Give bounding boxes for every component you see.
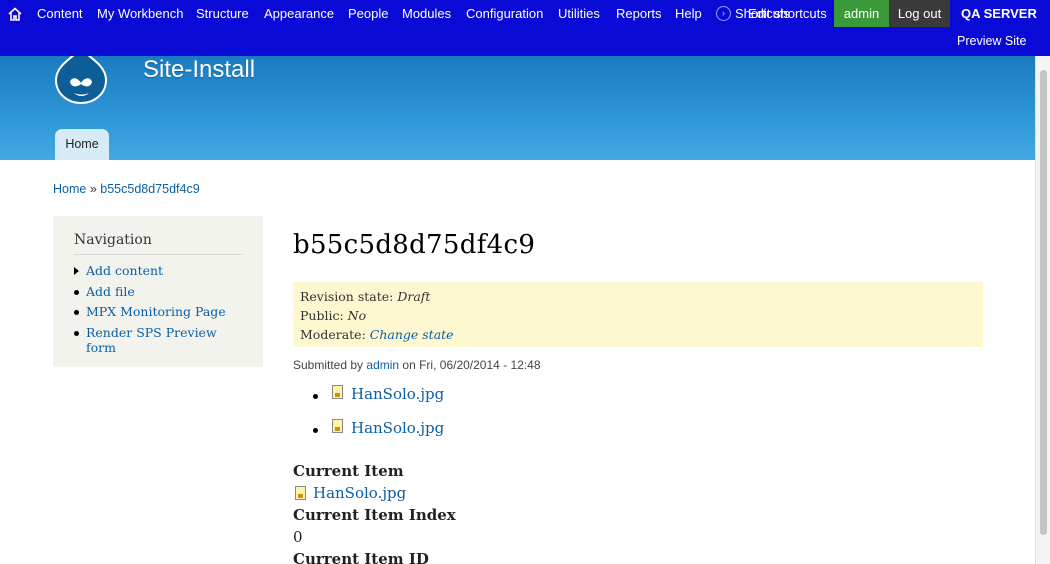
navigation-menu: Add content Add file MPX Monitoring Page…: [74, 263, 243, 355]
expand-arrow-icon: [74, 267, 79, 275]
change-state-link[interactable]: Change state: [370, 327, 454, 342]
public-value: No: [347, 308, 367, 323]
author-link[interactable]: admin: [366, 358, 399, 372]
navigation-title: Navigation: [74, 232, 243, 255]
scrollbar-thumb[interactable]: [1040, 70, 1047, 535]
node-fields: Current Item HanSolo.jpg Current Item In…: [293, 462, 456, 564]
logout-button[interactable]: Log out: [889, 0, 950, 27]
file-link[interactable]: HanSolo.jpg: [351, 419, 444, 437]
navigation-block: Navigation Add content Add file MPX Moni…: [53, 216, 263, 367]
revision-state-value: Draft: [397, 289, 431, 304]
image-file-icon: [332, 385, 343, 399]
page-scrollbar[interactable]: [1035, 56, 1050, 564]
breadcrumb-current-link[interactable]: b55c5d8d75df4c9: [100, 182, 199, 196]
page-title: b55c5d8d75df4c9: [293, 230, 536, 260]
bullet-icon: [74, 310, 79, 315]
nav-link-add-file[interactable]: Add file: [86, 284, 135, 299]
user-account-link[interactable]: admin: [834, 0, 889, 27]
breadcrumb-separator: »: [89, 182, 97, 196]
bullet-icon: [313, 394, 318, 399]
nav-link-render-sps[interactable]: Render SPS Preview form: [86, 325, 217, 355]
bullet-icon: [313, 428, 318, 433]
public-label: Public:: [300, 308, 344, 323]
submitted-info: Submitted by admin on Fri, 06/20/2014 - …: [293, 358, 541, 372]
current-item-file-link[interactable]: HanSolo.jpg: [293, 484, 406, 502]
tab-home[interactable]: Home: [55, 129, 109, 160]
nav-link-mpx-monitoring[interactable]: MPX Monitoring Page: [86, 304, 226, 319]
toolbar-appearance[interactable]: Appearance: [264, 6, 334, 21]
image-file-icon: [332, 419, 343, 433]
nav-item-add-file: Add file: [74, 284, 243, 305]
revision-state-label: Revision state:: [300, 289, 394, 304]
toolbar-content[interactable]: Content: [37, 6, 83, 21]
site-name[interactable]: Site-Install: [143, 56, 255, 84]
submitted-date: on Fri, 06/20/2014 - 12:48: [402, 358, 541, 372]
toolbar-reports[interactable]: Reports: [616, 6, 662, 21]
breadcrumb: Home » b55c5d8d75df4c9: [53, 182, 200, 196]
moderate-row: Moderate: Change state: [300, 325, 976, 344]
file-link[interactable]: HanSolo.jpg: [351, 385, 444, 403]
bullet-icon: [74, 330, 79, 336]
file-item: HanSolo.jpg: [313, 385, 444, 419]
current-item-label: Current Item: [293, 462, 404, 480]
file-list: HanSolo.jpg HanSolo.jpg: [313, 385, 444, 453]
current-item-value: HanSolo.jpg: [293, 484, 456, 506]
drupal-logo-icon[interactable]: [52, 46, 110, 105]
toolbar-help[interactable]: Help: [675, 6, 702, 21]
edit-shortcuts-link[interactable]: Edit shortcuts: [748, 6, 827, 21]
current-item-index-label: Current Item Index: [293, 506, 456, 524]
nav-item-render-sps: Render SPS Preview form: [74, 325, 243, 355]
toolbar-people[interactable]: People: [348, 6, 388, 21]
toolbar-modules[interactable]: Modules: [402, 6, 451, 21]
bullet-icon: [74, 289, 79, 295]
nav-item-add-content: Add content: [74, 263, 243, 284]
server-label: QA SERVER: [961, 6, 1037, 21]
image-file-icon: [295, 486, 306, 500]
toolbar-utilities[interactable]: Utilities: [558, 6, 600, 21]
toolbar-configuration[interactable]: Configuration: [466, 6, 543, 21]
home-icon[interactable]: [7, 6, 23, 22]
toolbar-my-workbench[interactable]: My Workbench: [97, 6, 183, 21]
admin-toolbar: Content My Workbench Structure Appearanc…: [0, 0, 1050, 56]
current-item-index-value: 0: [293, 528, 303, 546]
nav-link-add-content[interactable]: Add content: [86, 263, 163, 278]
site-header: Site-Install Home: [0, 46, 1035, 160]
preview-site-link[interactable]: Preview Site: [957, 34, 1026, 48]
current-item-id-label: Current Item ID: [293, 550, 429, 564]
file-item: HanSolo.jpg: [313, 419, 444, 453]
revision-state-row: Revision state: Draft: [300, 287, 976, 306]
nav-item-mpx-monitoring: MPX Monitoring Page: [74, 304, 243, 325]
main-content: b55c5d8d75df4c9 Revision state: Draft Pu…: [293, 230, 983, 564]
breadcrumb-home-link[interactable]: Home: [53, 182, 86, 196]
workbench-moderation-box: Revision state: Draft Public: No Moderat…: [293, 282, 983, 347]
public-row: Public: No: [300, 306, 976, 325]
submitted-prefix: Submitted by: [293, 358, 364, 372]
shortcut-toggle-icon[interactable]: ›: [716, 6, 731, 21]
moderate-label: Moderate:: [300, 327, 366, 342]
toolbar-structure[interactable]: Structure: [196, 6, 249, 21]
